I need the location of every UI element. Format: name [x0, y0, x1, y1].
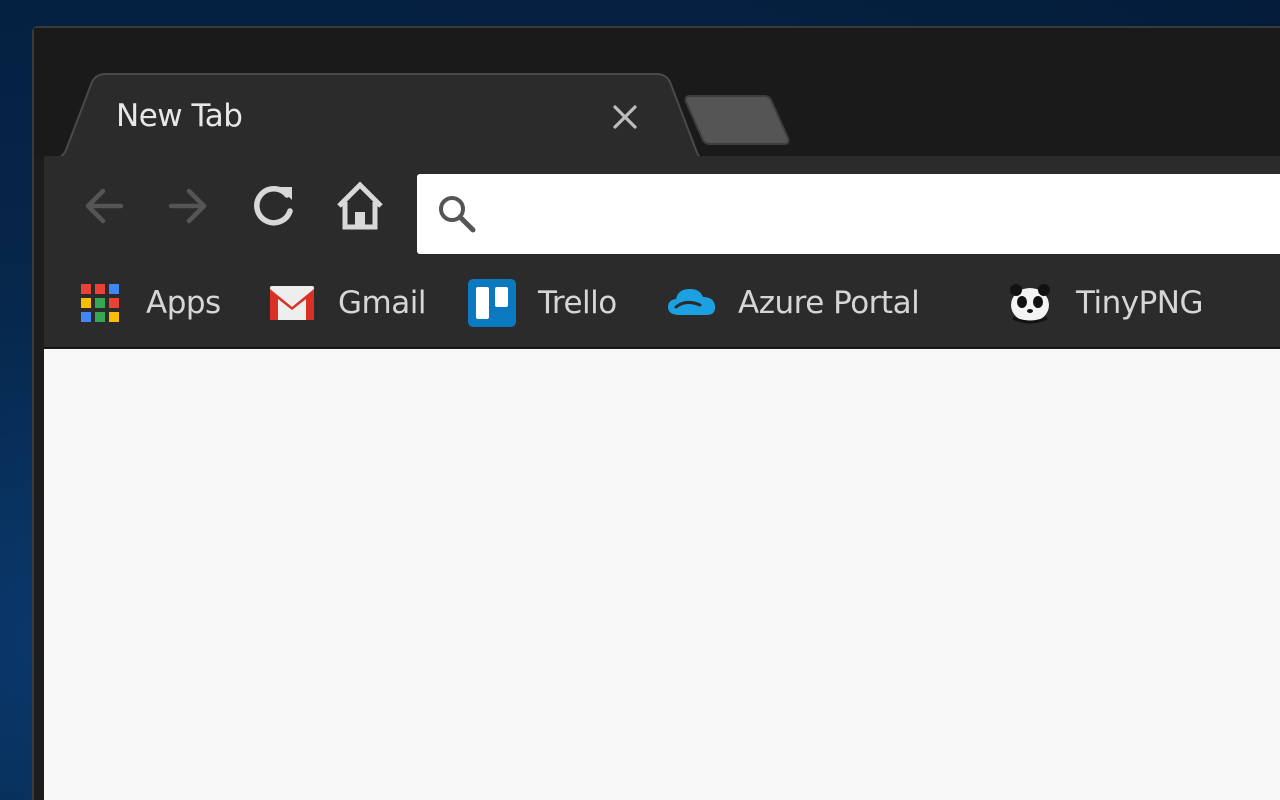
search-icon — [439, 196, 476, 233]
bookmark-label: TinyPNG — [1076, 285, 1204, 321]
trello-icon — [468, 279, 516, 327]
bookmark-apps[interactable]: Apps — [74, 278, 221, 328]
home-icon — [337, 181, 383, 230]
bookmark-label: Azure Portal — [738, 285, 920, 321]
gmail-icon — [270, 286, 314, 320]
reload-button[interactable] — [244, 174, 304, 238]
new-tab-button[interactable] — [684, 92, 794, 148]
toolbar — [44, 156, 1280, 256]
bookmark-azure-portal[interactable]: Azure Portal — [666, 278, 920, 328]
forward-button[interactable] — [158, 174, 218, 238]
tab-title: New Tab — [116, 98, 243, 134]
home-button[interactable] — [330, 174, 390, 238]
apps-grid-icon — [81, 284, 119, 322]
tab-close-button[interactable] — [606, 98, 644, 136]
back-button[interactable] — [74, 174, 134, 238]
reload-icon — [254, 186, 293, 226]
arrow-left-icon — [85, 188, 124, 224]
tab-strip: New Tab — [34, 28, 1280, 162]
bookmarks-bar: Apps Gmail Trello Azure Portal TinyPNG — [44, 256, 1280, 348]
new-tab-icon — [684, 95, 790, 145]
page-content[interactable] — [44, 349, 1280, 800]
bookmark-label: Apps — [146, 285, 221, 321]
browser-window: New Tab Apps Gmail Trello Azure Portal T… — [32, 26, 1280, 800]
omnibox[interactable] — [417, 174, 1280, 254]
tab-new-tab[interactable]: New Tab — [44, 72, 704, 162]
arrow-right-icon — [168, 188, 207, 224]
tinypng-panda-icon — [1010, 284, 1050, 324]
bookmark-tinypng[interactable]: TinyPNG — [1004, 278, 1204, 328]
address-input[interactable] — [497, 174, 1280, 254]
bookmark-gmail[interactable]: Gmail — [266, 278, 426, 328]
bookmark-label: Trello — [538, 285, 617, 321]
bookmark-label: Gmail — [338, 285, 426, 321]
close-icon — [613, 105, 637, 129]
bookmark-trello[interactable]: Trello — [466, 278, 617, 328]
azure-cloud-icon — [668, 289, 716, 315]
